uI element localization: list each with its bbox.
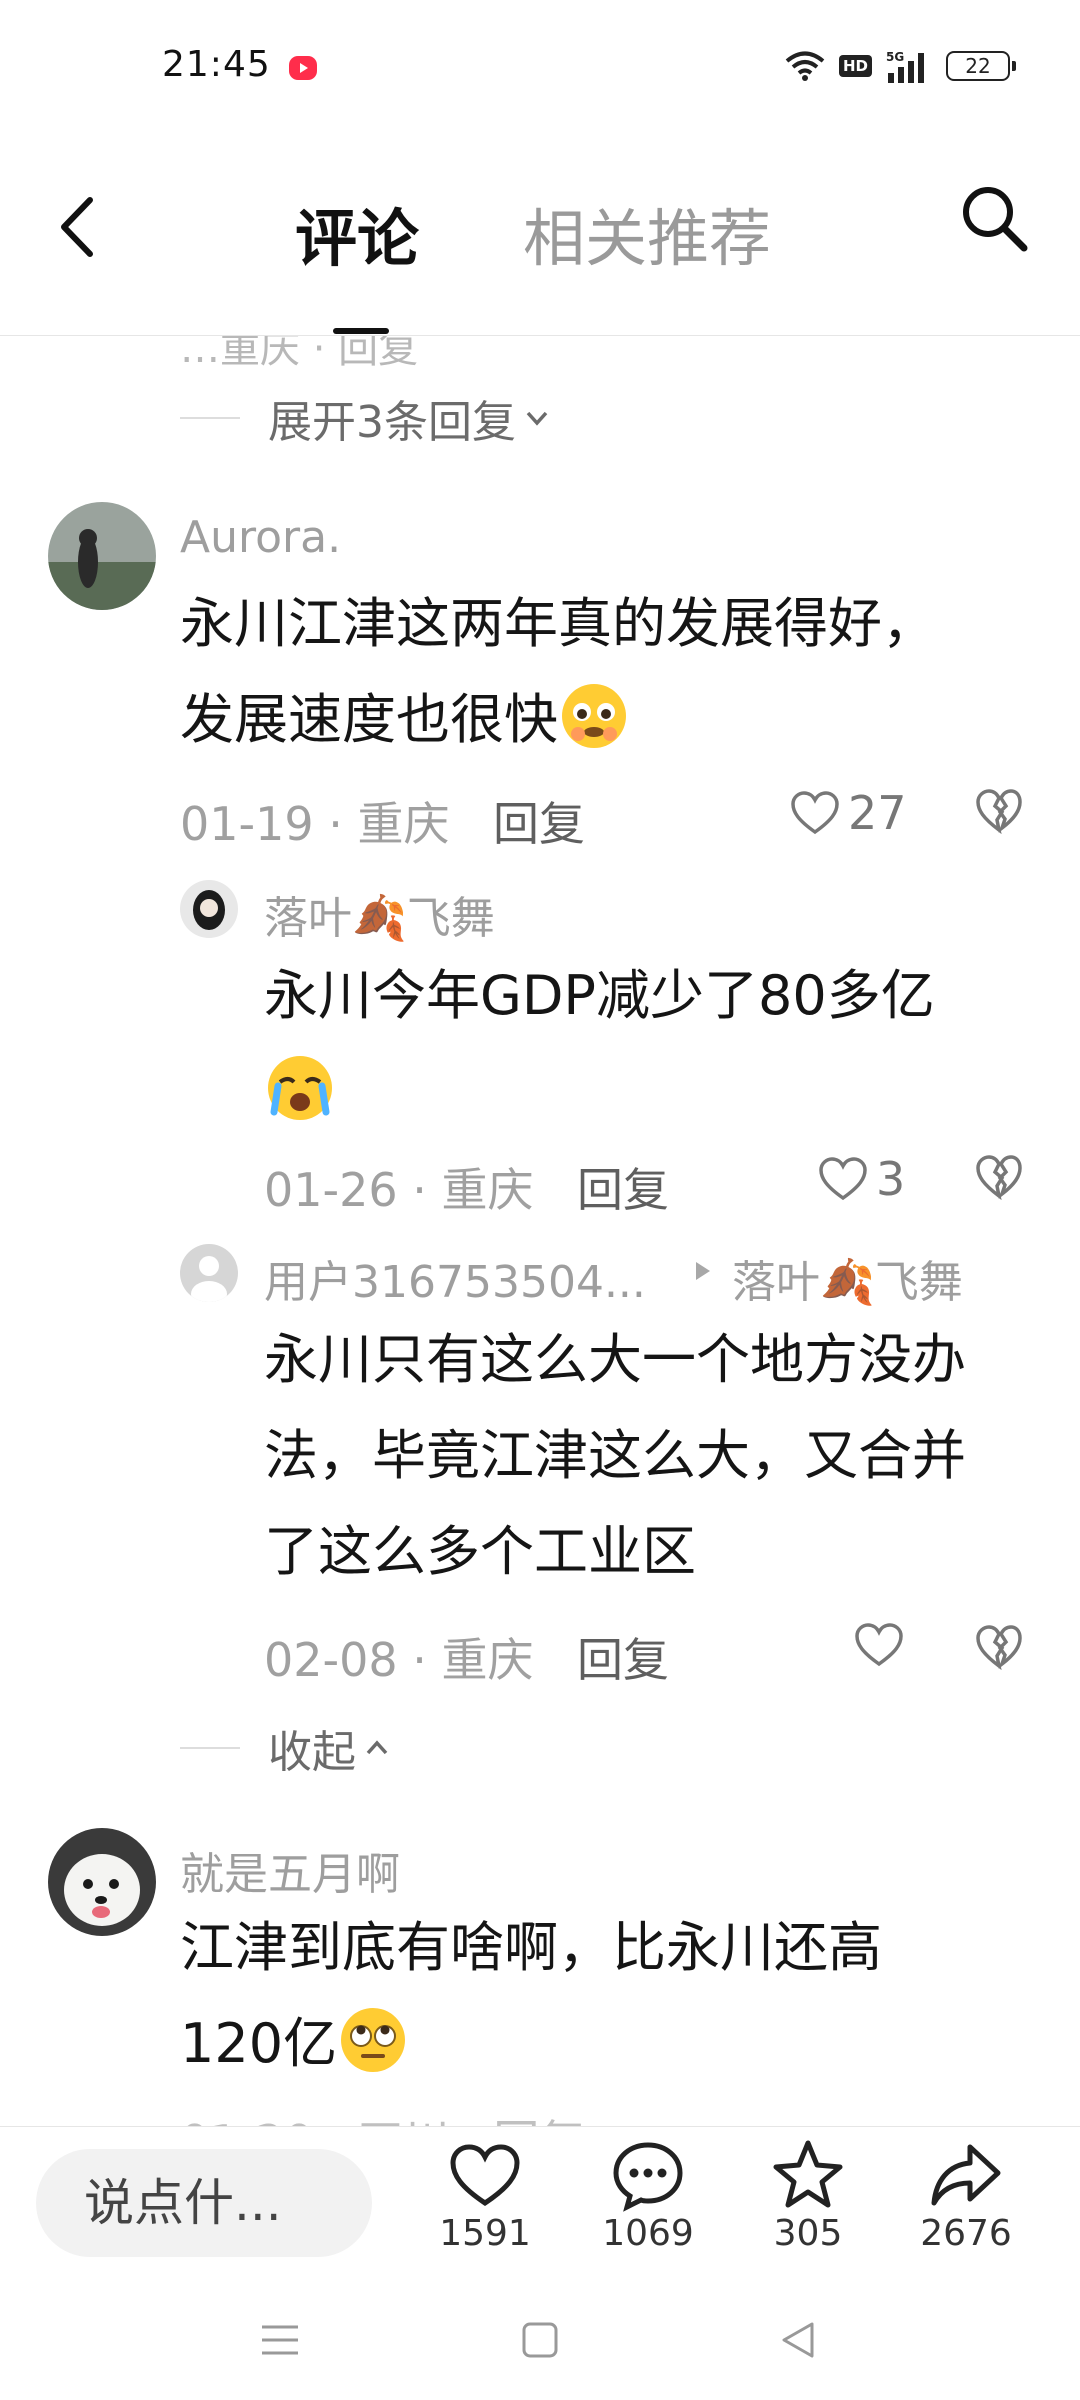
screen-record-icon: [289, 56, 317, 80]
avatar[interactable]: [180, 880, 238, 938]
comment-list[interactable]: …重庆 · 回复 展开3条回复 Aurora. 永川江津这两年真的发展得好， 发…: [0, 336, 1080, 2126]
rolling-eyes-emoji-icon: [341, 2008, 406, 2072]
heart-icon: [450, 2144, 520, 2207]
crying-emoji-icon: [268, 1056, 332, 1120]
avatar-image: [48, 502, 156, 610]
share-icon: [931, 2144, 1001, 2206]
like-video-button[interactable]: 1591: [425, 2137, 545, 2254]
reply-to-arrow-icon: [696, 1262, 710, 1280]
signal-icon: 5G: [886, 50, 924, 83]
reply-text-line: 永川只有这么大一个地方没办: [264, 1328, 966, 1391]
battery-indicator: 22: [946, 51, 1016, 81]
reply-button[interactable]: 回复: [493, 788, 585, 854]
like-button[interactable]: 27: [790, 786, 907, 840]
reply-to-username[interactable]: 落叶🍂飞舞: [732, 1246, 963, 1310]
share-button[interactable]: 2676: [906, 2137, 1026, 2254]
broken-heart-icon[interactable]: [975, 1154, 1023, 1200]
home-icon[interactable]: [518, 2318, 562, 2362]
reply-date-location: 01-26 · 重庆: [264, 1163, 534, 1217]
reply-text-line: 了这么多个工业区: [264, 1520, 696, 1583]
like-count: 3: [876, 1152, 906, 1206]
expand-replies-button[interactable]: 展开3条回复: [180, 386, 554, 450]
reply-username[interactable]: 落叶🍂飞舞: [264, 882, 495, 946]
heart-icon: [855, 1623, 903, 1667]
wifi-icon: [785, 51, 825, 81]
like-count: 27: [848, 786, 907, 840]
star-icon: [773, 2140, 843, 2208]
collapse-label: 收起: [268, 1727, 356, 1778]
divider-line: [180, 417, 240, 419]
nav-back-icon[interactable]: [776, 2318, 820, 2362]
avatar[interactable]: [48, 1828, 156, 1936]
reply-button[interactable]: 回复: [577, 1624, 669, 1690]
share-count: 2676: [920, 2213, 1012, 2254]
comment-text-line: 120亿: [180, 2012, 338, 2075]
like-button[interactable]: 3: [818, 1152, 905, 1206]
tab-related[interactable]: 相关推荐: [523, 188, 771, 278]
broken-heart-icon[interactable]: [975, 788, 1023, 834]
svg-text:5G: 5G: [886, 50, 904, 64]
favorite-count: 305: [773, 2213, 843, 2254]
reply-text-line: 永川今年GDP减少了80多亿: [264, 964, 935, 1027]
reply-text: 永川今年GDP减少了80多亿: [264, 948, 935, 1140]
comment-count: 1069: [602, 2213, 694, 2254]
heart-icon: [791, 791, 839, 835]
pleading-emoji-icon: [562, 684, 626, 748]
avatar-image: [180, 880, 238, 938]
reply-text-line: 法，毕竟江津这么大，又合并: [264, 1424, 966, 1487]
comment-username[interactable]: 就是五月啊: [180, 1838, 400, 1902]
top-nav: 评论 相关推荐: [0, 140, 1080, 336]
reply-date-location: 02-08 · 重庆: [264, 1633, 534, 1687]
divider-line: [180, 1747, 240, 1749]
expand-replies-label: 展开3条回复: [268, 397, 516, 448]
broken-heart-icon[interactable]: [975, 1624, 1023, 1670]
comment-text-line: 江津到底有啥啊，比永川还高: [180, 1916, 882, 1979]
comment-text: 永川江津这两年真的发展得好， 发展速度也很快: [180, 576, 936, 768]
system-nav-bar: [0, 2278, 1080, 2400]
like-button[interactable]: [854, 1622, 912, 1668]
default-avatar-icon: [180, 1244, 238, 1302]
menu-icon[interactable]: [258, 2318, 302, 2362]
comment-text-line: 永川江津这两年真的发展得好，: [180, 592, 936, 655]
bottom-action-bar: 说点什... 1591 1069 305 2676: [0, 2126, 1080, 2277]
chevron-up-icon: [366, 1740, 388, 1755]
comment-icon: [613, 2142, 683, 2212]
status-icons: HD 5G 22: [785, 46, 1016, 86]
comment-text: 江津到底有啥啊，比永川还高 120亿: [180, 1900, 882, 2092]
comment-input[interactable]: 说点什...: [36, 2149, 372, 2257]
heart-icon: [819, 1157, 867, 1201]
search-icon[interactable]: [958, 182, 1030, 254]
avatar-image: [48, 1828, 156, 1936]
comment-text-line: 发展速度也很快: [180, 688, 558, 751]
reply-button[interactable]: 回复: [577, 1154, 669, 1220]
tab-comments[interactable]: 评论: [295, 188, 419, 278]
back-arrow-icon[interactable]: [56, 192, 96, 262]
comment-username[interactable]: Aurora.: [180, 512, 341, 563]
avatar[interactable]: [48, 502, 156, 610]
avatar[interactable]: [180, 1244, 238, 1302]
chevron-down-icon: [526, 411, 548, 426]
status-bar: 21:45 HD 5G 22: [0, 0, 1080, 140]
favorite-button[interactable]: 305: [748, 2137, 868, 2254]
like-count: 1591: [439, 2213, 531, 2254]
reply-text: 永川只有这么大一个地方没办 法，毕竟江津这么大，又合并 了这么多个工业区: [264, 1312, 966, 1600]
active-tab-indicator: [333, 328, 389, 334]
previous-comment-meta: …重庆 · 回复: [180, 336, 419, 372]
status-time: 21:45: [162, 44, 271, 85]
reply-username[interactable]: 用户316753504...: [264, 1246, 646, 1310]
comments-button[interactable]: 1069: [588, 2137, 708, 2254]
collapse-replies-button[interactable]: 收起: [180, 1716, 394, 1780]
hd-badge: HD: [838, 55, 872, 77]
comment-date-location: 01-19 · 重庆: [180, 797, 450, 851]
comment-meta-partial: 01-20 · 四川 · 回复: [180, 2106, 585, 2126]
